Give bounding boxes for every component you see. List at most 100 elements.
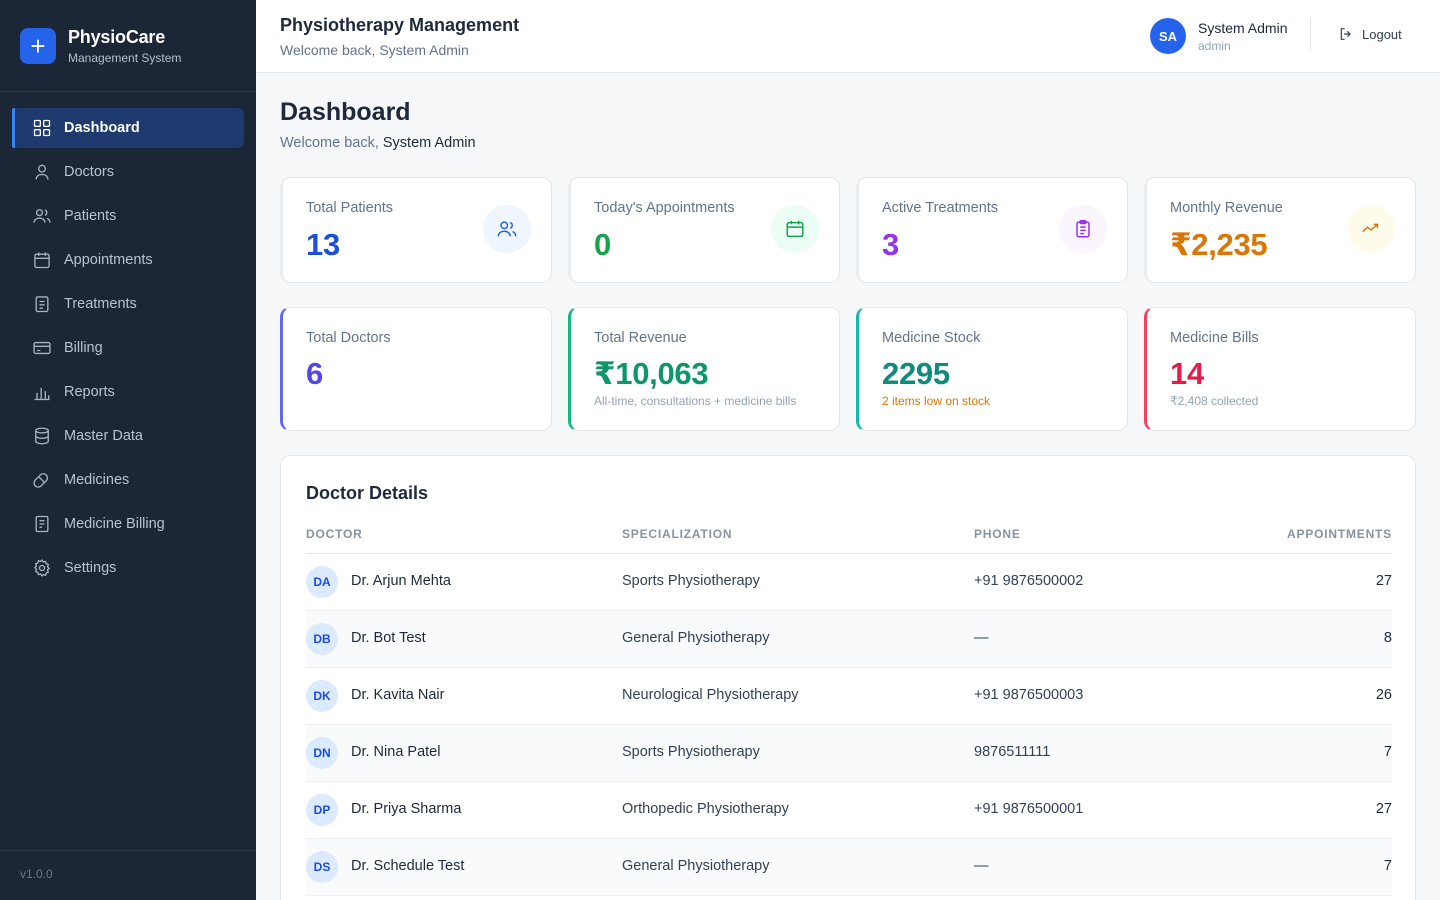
user-icon xyxy=(35,164,49,180)
avatar[interactable]: SA xyxy=(1150,18,1186,54)
page-subtitle: Welcome back, System Admin xyxy=(280,135,476,151)
stat-card-total-doctors[interactable]: Total Doctors 6 xyxy=(280,307,552,431)
stat-value: 13 xyxy=(306,227,340,262)
plus-icon: + xyxy=(20,27,56,64)
stat-label: Total Revenue xyxy=(594,330,687,346)
sidebar-item-label: Medicine Billing xyxy=(64,516,165,532)
doctor-name: Dr. Schedule Test xyxy=(351,858,465,874)
sidebar-item-settings[interactable]: Settings xyxy=(12,548,244,588)
sidebar-item-label: Treatments xyxy=(64,296,137,312)
stat-label: Monthly Revenue xyxy=(1170,200,1283,216)
doctor-specialization: General Physiotherapy xyxy=(622,858,770,874)
stat-card-todays-appointments[interactable]: Today's Appointments 0 xyxy=(568,177,840,283)
stat-card-total-revenue[interactable]: Total Revenue ₹10,063 All-time, consulta… xyxy=(568,307,840,431)
doctor-specialization: General Physiotherapy xyxy=(622,630,770,646)
top-header: Physiotherapy Management Welcome back, S… xyxy=(256,0,1440,73)
sidebar-item-treatments[interactable]: Treatments xyxy=(12,284,244,324)
gear-icon xyxy=(33,559,51,577)
doctor-avatar: DS xyxy=(306,851,338,883)
stat-label: Active Treatments xyxy=(882,200,999,216)
stat-value: ₹10,063 xyxy=(594,356,709,391)
table-row[interactable]: DP Dr. Priya Sharma Orthopedic Physiothe… xyxy=(306,782,1392,839)
doctor-phone: — xyxy=(974,630,989,646)
calendar-icon xyxy=(771,205,819,253)
header-title: Physiotherapy Management xyxy=(280,15,520,35)
grid-icon xyxy=(33,119,51,137)
logout-button[interactable]: Logout xyxy=(1338,26,1402,42)
stat-label: Total Doctors xyxy=(306,330,391,346)
users-icon xyxy=(33,209,51,223)
doctor-specialization: Neurological Physiotherapy xyxy=(622,687,799,703)
doctor-phone: +91 9876500003 xyxy=(974,687,1084,703)
table-row[interactable]: DA Dr. Arjun Mehta Sports Physiotherapy … xyxy=(306,554,1392,611)
sidebar-item-label: Billing xyxy=(64,340,103,356)
doctor-avatar: DK xyxy=(306,680,338,712)
sidebar: + PhysioCare Management System Dashboard… xyxy=(0,0,256,900)
doctor-name: Dr. Arjun Mehta xyxy=(351,573,451,589)
stat-label: Today's Appointments xyxy=(594,200,735,216)
sidebar-nav: Dashboard Doctors Patients Appointments … xyxy=(0,92,256,588)
doctor-specialization: Sports Physiotherapy xyxy=(622,744,760,760)
table-row[interactable]: DN Dr. Nina Patel Sports Physiotherapy 9… xyxy=(306,725,1392,782)
sidebar-item-label: Settings xyxy=(64,560,117,576)
stat-value: ₹2,235 xyxy=(1170,227,1268,262)
stat-card-monthly-revenue[interactable]: Monthly Revenue ₹2,235 xyxy=(1144,177,1416,283)
doctor-appointments: 27 xyxy=(1375,801,1392,817)
sidebar-item-dashboard[interactable]: Dashboard xyxy=(12,108,244,148)
sidebar-item-label: Appointments xyxy=(64,252,153,268)
logout-icon xyxy=(1340,28,1351,40)
sidebar-item-label: Master Data xyxy=(64,428,143,444)
stat-card-active-treatments[interactable]: Active Treatments 3 xyxy=(856,177,1128,283)
stat-card-medicine-bills[interactable]: Medicine Bills 14 ₹2,408 collected xyxy=(1144,307,1416,431)
column-header-phone[interactable]: PHONE xyxy=(974,527,1021,541)
brand[interactable]: + PhysioCare Management System xyxy=(0,0,256,92)
pill-icon xyxy=(33,473,49,488)
clipboard-icon xyxy=(1059,205,1107,253)
trend-icon xyxy=(1347,205,1395,253)
sidebar-item-appointments[interactable]: Appointments xyxy=(12,240,244,280)
stat-card-medicine-stock[interactable]: Medicine Stock 2295 2 items low on stock xyxy=(856,307,1128,431)
column-header-specialization[interactable]: SPECIALIZATION xyxy=(622,527,732,541)
database-icon xyxy=(35,427,49,445)
doctor-name: Dr. Nina Patel xyxy=(351,744,441,760)
stat-card-total-patients[interactable]: Total Patients 13 xyxy=(280,177,552,283)
doctor-appointments: 26 xyxy=(1375,687,1392,703)
users-icon xyxy=(483,205,531,253)
doctor-specialization: Orthopedic Physiotherapy xyxy=(622,801,789,817)
doctor-avatar: DB xyxy=(306,623,338,655)
stat-note: 2 items low on stock xyxy=(882,394,991,408)
column-header-doctor[interactable]: DOCTOR xyxy=(306,527,363,541)
clipboard-icon xyxy=(35,296,49,313)
doctor-appointments: 27 xyxy=(1375,573,1392,589)
page-subtitle-name: System Admin xyxy=(382,135,476,151)
sidebar-item-label: Medicines xyxy=(64,472,130,488)
stat-note: All-time, consultations + medicine bills xyxy=(594,394,797,408)
column-header-appointments[interactable]: APPOINTMENTS xyxy=(1287,527,1392,541)
doctor-avatar: DA xyxy=(306,566,338,598)
sidebar-item-label: Doctors xyxy=(64,164,114,180)
table-row[interactable]: DS Dr. Schedule Test General Physiothera… xyxy=(306,839,1392,896)
calendar-icon xyxy=(34,252,50,269)
sidebar-item-medicines[interactable]: Medicines xyxy=(12,460,244,500)
brand-name: PhysioCare xyxy=(68,26,166,47)
stat-note: ₹2,408 collected xyxy=(1170,394,1259,408)
stat-label: Medicine Stock xyxy=(882,330,981,346)
doctor-appointments: 7 xyxy=(1383,744,1392,760)
stat-label: Medicine Bills xyxy=(1170,330,1259,346)
doctor-avatar: DN xyxy=(306,737,338,769)
sidebar-item-reports[interactable]: Reports xyxy=(12,372,244,412)
user-role: admin xyxy=(1198,39,1231,53)
stat-value: 14 xyxy=(1170,356,1204,391)
table-row[interactable]: DB Dr. Bot Test General Physiotherapy — … xyxy=(306,611,1392,668)
sidebar-item-billing[interactable]: Billing xyxy=(12,328,244,368)
sidebar-item-doctors[interactable]: Doctors xyxy=(12,152,244,192)
sidebar-item-medicine-billing[interactable]: Medicine Billing xyxy=(12,504,244,544)
table-row[interactable]: DK Dr. Kavita Nair Neurological Physioth… xyxy=(306,668,1392,725)
sidebar-item-master-data[interactable]: Master Data xyxy=(12,416,244,456)
stat-value: 3 xyxy=(882,227,899,262)
bar-chart-icon xyxy=(34,387,50,401)
sidebar-item-patients[interactable]: Patients xyxy=(12,196,244,236)
logout-label: Logout xyxy=(1362,26,1402,42)
header-divider xyxy=(1310,18,1311,52)
doctor-phone: +91 9876500002 xyxy=(974,573,1084,589)
